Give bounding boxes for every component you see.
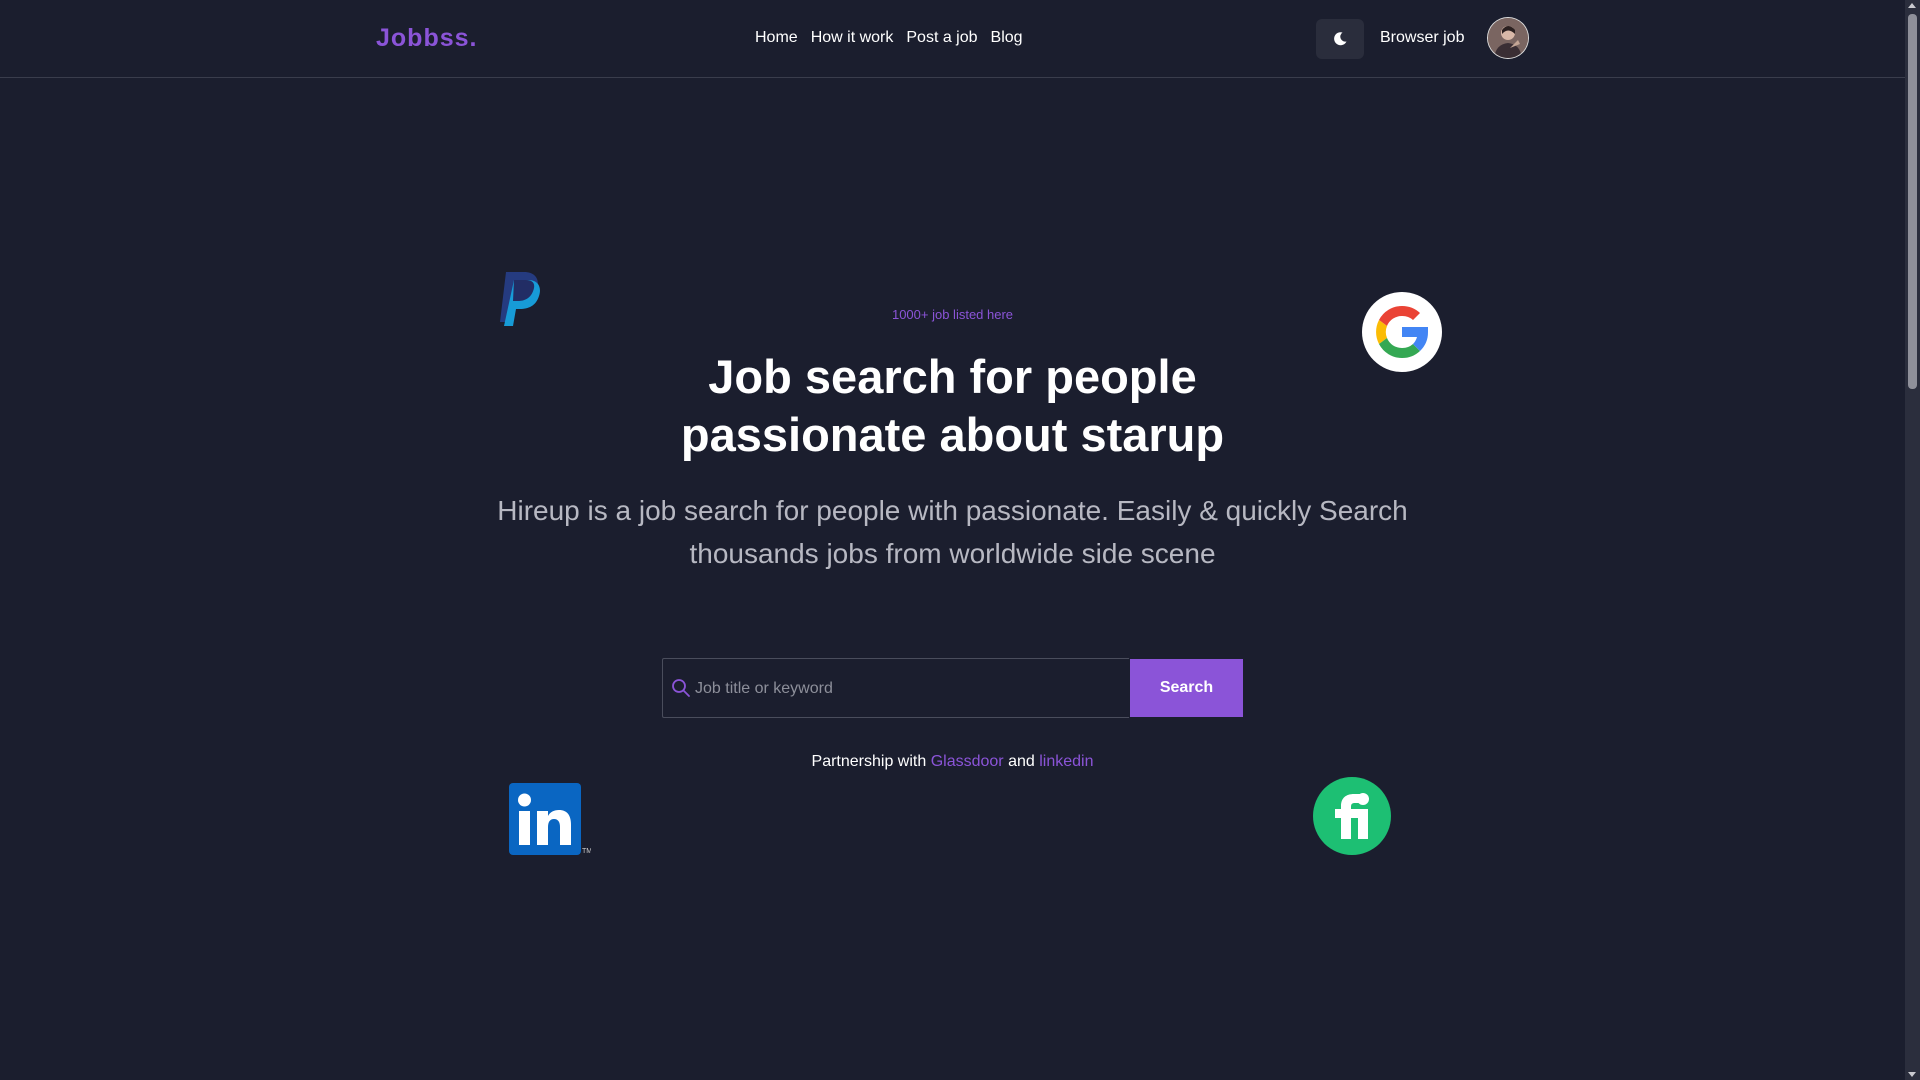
search-button[interactable]: Search [1130,659,1243,717]
svg-text:TM: TM [582,848,591,855]
job-count-tagline: 1000+ job listed here [891,307,1014,322]
hero-description: Hireup is a job search for people with p… [0,489,1905,575]
scroll-up-arrow-icon[interactable] [1908,3,1916,8]
partnership-joiner: and [1008,753,1035,770]
job-search-input[interactable] [693,659,1127,719]
nav-how-it-work[interactable]: How it work [811,29,894,47]
user-avatar[interactable] [1488,18,1528,58]
linkedin-logo-icon: TM [509,783,591,855]
scrollbar-thumb[interactable] [1908,14,1917,389]
avatar-image-icon [1488,18,1528,58]
scroll-down-arrow-icon[interactable] [1908,1072,1916,1077]
partnership-line: Partnership with Glassdoor and linkedin [0,753,1905,771]
description-line-1: Hireup is a job search for people with p… [497,495,1408,526]
headline-line-2: passionate about starup [680,408,1225,461]
partnership-prefix: Partnership with [811,753,927,770]
glassdoor-link[interactable]: Glassdoor [931,753,1004,770]
page: Jobbss. Home How it work Post a job Blog… [0,0,1905,1080]
top-navbar: Jobbss. Home How it work Post a job Blog… [0,0,1905,78]
browse-job-link[interactable]: Browser job [1380,29,1464,47]
description-line-2: thousands jobs from worldwide side scene [689,538,1216,569]
nav-blog[interactable]: Blog [991,29,1023,47]
linkedin-link[interactable]: linkedin [1039,753,1093,770]
main-nav: Home How it work Post a job Blog [755,29,1023,47]
vertical-scrollbar[interactable] [1905,0,1920,1080]
headline-line-1: Job search for people [708,350,1197,403]
search-icon [672,679,690,697]
nav-post-a-job[interactable]: Post a job [906,29,977,47]
brand-logo[interactable]: Jobbss. [376,24,477,53]
search-bar [662,658,1129,719]
nav-home[interactable]: Home [755,29,798,47]
moon-icon [1334,32,1347,46]
hero-headline: Job search for people passionate about s… [0,348,1905,464]
theme-toggle-button[interactable] [1316,19,1364,59]
fiverr-logo-icon [1313,777,1391,855]
